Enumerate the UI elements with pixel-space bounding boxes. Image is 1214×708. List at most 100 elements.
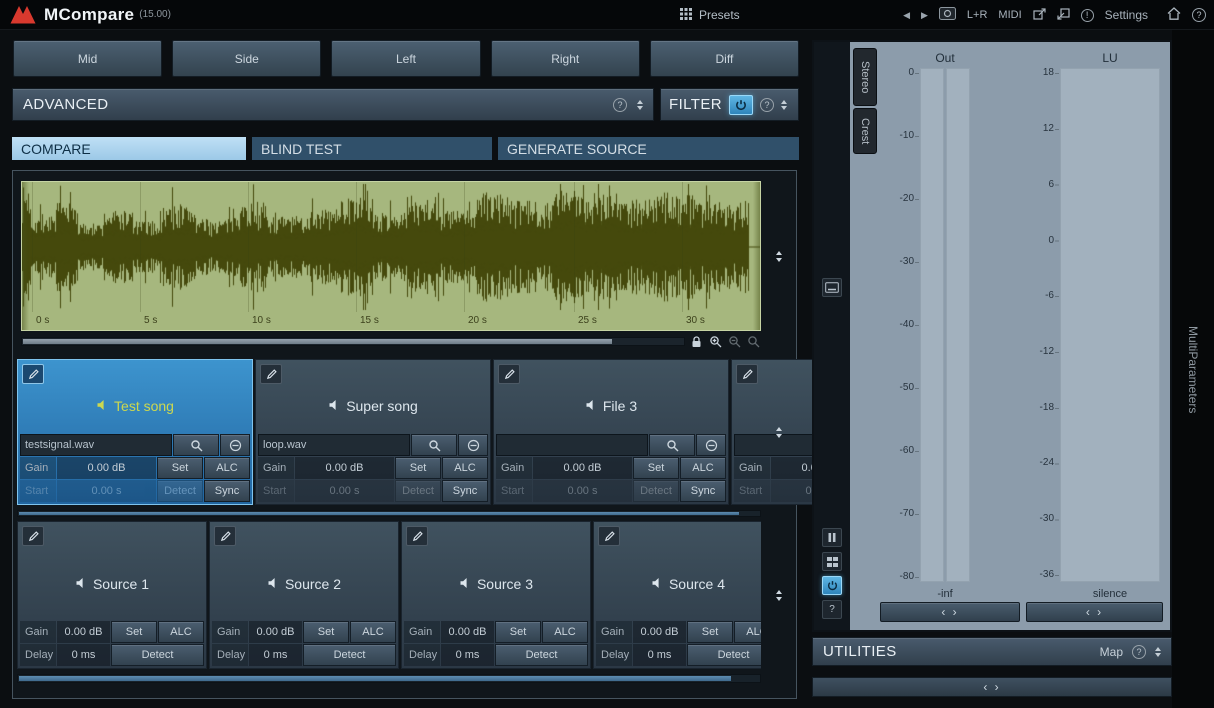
source-slots-scroll-thumb[interactable] [19, 676, 731, 681]
tab-generate-source[interactable]: GENERATE SOURCE [498, 137, 799, 160]
sync-button[interactable]: Sync [442, 480, 488, 502]
alc-button[interactable]: ALC [680, 457, 726, 479]
utilities-section-header[interactable]: UTILITIES Map ? [812, 637, 1172, 666]
file-row-resize-handle[interactable] [765, 359, 793, 505]
meter-help-icon[interactable]: ? [822, 600, 842, 619]
filename-input[interactable] [258, 434, 410, 456]
detect-button[interactable]: Detect [687, 644, 761, 666]
previous-preset-icon[interactable]: ◀ [903, 10, 910, 21]
filter-help-icon[interactable]: ? [760, 98, 774, 112]
multiparameters-strip[interactable]: MultiParameters [1172, 30, 1214, 708]
gain-value[interactable]: 0.00 dB [633, 621, 686, 643]
sync-button[interactable]: Sync [680, 480, 726, 502]
alc-button[interactable]: ALC [350, 621, 396, 643]
tab-blind-test[interactable]: BLIND TEST [252, 137, 492, 160]
ab-compare-icon[interactable] [939, 7, 956, 23]
waveform-canvas[interactable] [22, 183, 760, 311]
delay-value[interactable]: 0 ms [441, 644, 494, 666]
file-slots-scroll-thumb[interactable] [19, 512, 739, 515]
filter-power-icon[interactable] [729, 95, 753, 115]
alc-button[interactable]: ALC [442, 457, 488, 479]
next-preset-icon[interactable]: ▶ [921, 10, 928, 21]
source-row-resize-handle[interactable] [765, 521, 793, 669]
source-slot-4[interactable]: Source 4 Gain 0.00 dB Set ALC Delay 0 ms… [593, 521, 761, 669]
set-button[interactable]: Set [157, 457, 203, 479]
delay-value[interactable]: 0 ms [249, 644, 302, 666]
advanced-section-header[interactable]: ADVANCED ? [12, 88, 654, 121]
settings-button[interactable]: Settings [1105, 8, 1148, 22]
remove-file-icon[interactable] [696, 434, 726, 456]
waveform-scrollbar[interactable] [21, 337, 685, 346]
sync-button[interactable]: Sync [204, 480, 250, 502]
zoom-lock-icon[interactable] [688, 335, 704, 348]
set-button[interactable]: Set [111, 621, 157, 643]
gain-value[interactable]: 0.00 dB [57, 621, 110, 643]
alc-button[interactable]: ALC [542, 621, 588, 643]
filename-input[interactable] [496, 434, 648, 456]
tab-stereo[interactable]: Stereo [853, 48, 877, 106]
detect-button[interactable]: Detect [395, 480, 441, 502]
remove-file-icon[interactable] [220, 434, 250, 456]
detect-button[interactable]: Detect [495, 644, 588, 666]
advanced-help-icon[interactable]: ? [613, 98, 627, 112]
pin-window-icon[interactable] [1057, 8, 1070, 23]
alc-button[interactable]: ALC [204, 457, 250, 479]
zoom-fit-icon[interactable] [745, 335, 761, 348]
advanced-collapse-icon[interactable] [637, 100, 643, 110]
lu-meter-column[interactable] [1060, 68, 1160, 582]
source-slot-3[interactable]: Source 3 Gain 0.00 dB Set ALC Delay 0 ms… [401, 521, 591, 669]
gain-value[interactable]: 0.00 dB [295, 457, 394, 479]
out-meter-column-r[interactable] [946, 68, 970, 582]
gain-value[interactable]: 0.00 dB [533, 457, 632, 479]
filter-collapse-icon[interactable] [781, 100, 787, 110]
delay-value[interactable]: 0 ms [633, 644, 686, 666]
out-meter-column-l[interactable] [920, 68, 944, 582]
lu-meter-range-slider[interactable]: ‹ › [1026, 602, 1163, 622]
source-slot-1[interactable]: Source 1 Gain 0.00 dB Set ALC Delay 0 ms… [17, 521, 207, 669]
midi-button[interactable]: MIDI [998, 9, 1021, 21]
file-slot-2[interactable]: Super song Gain 0.00 dB Set ALC Start 0.… [255, 359, 491, 505]
channel-mode-button[interactable]: L+R [967, 9, 988, 21]
popout-window-icon[interactable] [1033, 8, 1046, 23]
gain-value[interactable]: 0.00 dB [249, 621, 302, 643]
map-button[interactable]: Map [1100, 645, 1123, 659]
help-icon[interactable]: ? [1192, 8, 1206, 22]
gain-value[interactable]: 0.00 dB [441, 621, 494, 643]
zoom-in-icon[interactable] [707, 335, 723, 348]
notifications-icon[interactable]: ! [1081, 9, 1094, 22]
filename-input[interactable] [20, 434, 172, 456]
set-button[interactable]: Set [495, 621, 541, 643]
tab-compare[interactable]: COMPARE [12, 137, 246, 160]
meter-power-icon[interactable] [822, 576, 842, 595]
remove-file-icon[interactable] [458, 434, 488, 456]
zoom-out-icon[interactable] [726, 335, 742, 348]
waveform-scroll-thumb[interactable] [23, 339, 612, 344]
utilities-collapse-icon[interactable] [1155, 647, 1161, 657]
browse-file-icon[interactable] [649, 434, 695, 456]
file-slots-scrollbar[interactable] [17, 510, 761, 517]
set-button[interactable]: Set [395, 457, 441, 479]
set-button[interactable]: Set [303, 621, 349, 643]
set-button[interactable]: Set [687, 621, 733, 643]
start-value[interactable]: 0.00 s [533, 480, 632, 502]
meter-layout-icon[interactable] [822, 552, 842, 571]
detect-button[interactable]: Detect [111, 644, 204, 666]
channel-button-mid[interactable]: Mid [13, 40, 162, 77]
waveform-display[interactable]: 0 s 5 s 10 s 15 s 20 s 25 s 30 s [21, 181, 761, 331]
start-value[interactable]: 0.00 s [57, 480, 156, 502]
set-button[interactable]: Set [633, 457, 679, 479]
channel-button-right[interactable]: Right [491, 40, 640, 77]
gain-value[interactable]: 0.00 dB [57, 457, 156, 479]
browse-file-icon[interactable] [411, 434, 457, 456]
delay-value[interactable]: 0 ms [57, 644, 110, 666]
source-slot-2[interactable]: Source 2 Gain 0.00 dB Set ALC Delay 0 ms… [209, 521, 399, 669]
tab-crest[interactable]: Crest [853, 108, 877, 154]
source-slots-scrollbar[interactable] [17, 674, 761, 683]
utilities-help-icon[interactable]: ? [1132, 645, 1146, 659]
presets-button[interactable]: Presets [680, 0, 740, 30]
meter-pause-icon[interactable] [822, 528, 842, 547]
alc-button[interactable]: ALC [158, 621, 204, 643]
alc-button[interactable]: ALC [734, 621, 761, 643]
meter-readout-icon[interactable] [822, 278, 842, 297]
start-value[interactable]: 0.00 s [295, 480, 394, 502]
